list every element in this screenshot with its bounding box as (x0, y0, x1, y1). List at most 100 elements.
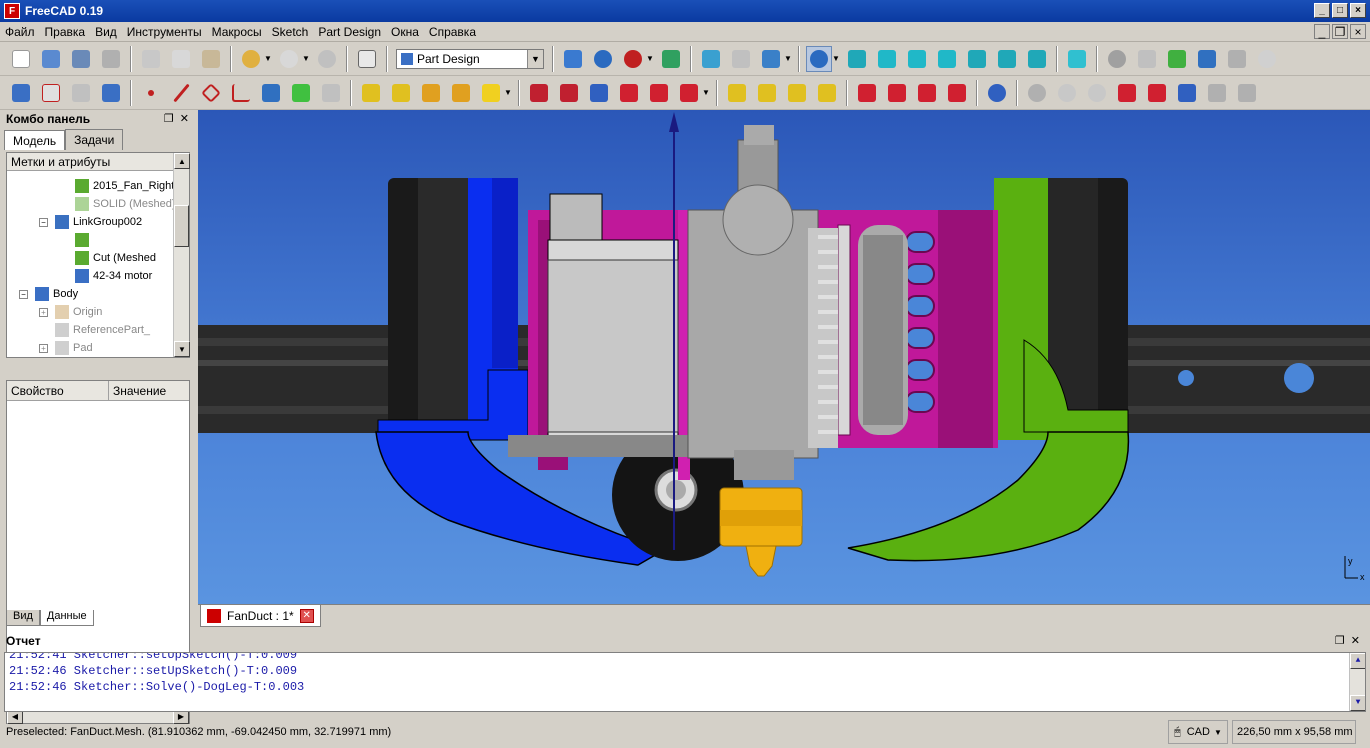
tree-item[interactable]: 2015_Fan_Right (75, 177, 173, 195)
compound-button[interactable] (1234, 80, 1260, 106)
create-sketch-button[interactable] (38, 80, 64, 106)
paste-button[interactable] (198, 46, 224, 72)
local-coordinate-button[interactable] (228, 80, 254, 106)
shape-binder-button[interactable] (258, 80, 284, 106)
minimize-button[interactable]: _ (1314, 3, 1330, 18)
model-tree[interactable]: Метки и атрибуты 2015_Fan_Right SOLID (Me… (6, 152, 190, 358)
workbench-selector[interactable]: Part Design ▼ (396, 48, 544, 69)
panel-float-close-icon[interactable]: ❐ ✕ (164, 112, 189, 125)
link-button[interactable] (758, 46, 784, 72)
mirror-part-button[interactable] (1174, 80, 1200, 106)
sketch-union-button[interactable] (1024, 80, 1050, 106)
link-make-button[interactable] (1224, 46, 1250, 72)
sketch-cut-button[interactable] (1054, 80, 1080, 106)
scroll-down-icon[interactable]: ▼ (1350, 695, 1365, 711)
tree-item[interactable]: + Origin (39, 303, 102, 321)
chamfer-button[interactable] (884, 80, 910, 106)
tab-view[interactable]: Вид (6, 610, 40, 626)
create-body-button[interactable] (8, 80, 34, 106)
menu-file[interactable]: Файл (0, 25, 40, 39)
view-right-button[interactable] (934, 46, 960, 72)
undo-button[interactable] (238, 46, 264, 72)
tree-expander-icon[interactable]: + (39, 307, 48, 317)
mirrored-button[interactable] (724, 80, 750, 106)
tab-tasks[interactable]: Задачи (65, 129, 124, 150)
close-tab-icon[interactable]: ✕ (299, 608, 314, 623)
report-log[interactable]: 21:52:41 Sketcher::setUpSketch()-T:0.009… (4, 652, 1366, 712)
tab-model[interactable]: Модель (4, 130, 66, 150)
fillet-button[interactable] (854, 80, 880, 106)
menu-tools[interactable]: Инструменты (122, 25, 207, 39)
datum-plane-button[interactable] (198, 80, 224, 106)
menu-part-design[interactable]: Part Design (313, 25, 386, 39)
fit-all-button[interactable] (560, 46, 586, 72)
menu-sketch[interactable]: Sketch (267, 25, 314, 39)
print-button[interactable] (98, 46, 124, 72)
reference-button[interactable] (318, 80, 344, 106)
new-document-button[interactable] (8, 46, 34, 72)
close-button[interactable]: × (1350, 3, 1366, 18)
tree-expander-icon[interactable]: − (19, 289, 28, 299)
additive-primitive-button[interactable] (478, 80, 504, 106)
create-part-button[interactable] (1164, 46, 1190, 72)
part-fillet-button[interactable] (1144, 80, 1170, 106)
revolution-button[interactable] (388, 80, 414, 106)
part-apple-button[interactable] (1104, 46, 1130, 72)
tree-item[interactable]: 42-34 motor (75, 267, 152, 285)
measure-button[interactable] (1064, 46, 1090, 72)
report-float-close-icon[interactable]: ❐ ✕ (1335, 634, 1360, 647)
mdi-close-button[interactable]: × (1350, 24, 1366, 39)
fit-selection-button[interactable] (590, 46, 616, 72)
scroll-thumb[interactable] (174, 205, 189, 247)
tree-item[interactable]: − Body (19, 285, 78, 303)
tree-expander-icon[interactable]: − (39, 217, 48, 227)
tree-expander-icon[interactable]: + (39, 343, 48, 353)
std-views-button[interactable] (806, 45, 832, 72)
link-unlink-button[interactable] (1254, 46, 1280, 72)
tab-data[interactable]: Данные (39, 610, 94, 626)
maximize-button[interactable]: □ (1332, 3, 1348, 18)
mdi-minimize-button[interactable]: _ (1314, 24, 1330, 39)
loft-button[interactable] (418, 80, 444, 106)
save-button[interactable] (68, 46, 94, 72)
report-scrollbar[interactable]: ▲ ▼ (1349, 653, 1365, 711)
copy-button[interactable] (168, 46, 194, 72)
clone-button[interactable] (98, 80, 124, 106)
part-chamfer-button[interactable] (1114, 80, 1140, 106)
tree-scrollbar[interactable]: ▲ ▼ (173, 153, 190, 357)
scroll-up-icon[interactable]: ▲ (174, 153, 190, 169)
menu-help[interactable]: Справка (424, 25, 481, 39)
sketch-common-button[interactable] (1084, 80, 1110, 106)
draw-style-button[interactable] (620, 46, 646, 72)
view-left-button[interactable] (1024, 46, 1050, 72)
whats-this-button[interactable] (354, 46, 380, 72)
hole-button[interactable] (556, 80, 582, 106)
tree-item[interactable]: + Pad (39, 339, 93, 357)
tree-item[interactable]: ReferencePart_ (55, 321, 150, 339)
back-button[interactable] (698, 46, 724, 72)
refresh-button[interactable] (314, 46, 340, 72)
navigation-style-button[interactable]: 🖱 CAD ▼ (1168, 720, 1228, 744)
tree-item[interactable]: SOLID (Meshed) (75, 195, 173, 213)
tree-item[interactable]: Cut (Meshed (75, 249, 156, 267)
scroll-down-icon[interactable]: ▼ (174, 341, 190, 357)
datum-point-button[interactable] (138, 80, 164, 106)
tree-item[interactable] (75, 231, 93, 249)
menu-view[interactable]: Вид (90, 25, 122, 39)
open-button[interactable] (38, 46, 64, 72)
menu-macro[interactable]: Макросы (207, 25, 267, 39)
forward-button[interactable] (728, 46, 754, 72)
thickness-button[interactable] (944, 80, 970, 106)
menu-windows[interactable]: Окна (386, 25, 424, 39)
multitransform-button[interactable] (814, 80, 840, 106)
view-isometric-button[interactable] (844, 46, 870, 72)
subtractive-primitive-button[interactable] (676, 80, 702, 106)
validate-sketch-button[interactable] (68, 80, 94, 106)
draft-button[interactable] (914, 80, 940, 106)
datum-line-button[interactable] (168, 80, 194, 106)
menu-edit[interactable]: Правка (40, 25, 91, 39)
groove-button[interactable] (586, 80, 612, 106)
cut-button[interactable] (138, 46, 164, 72)
pocket-button[interactable] (526, 80, 552, 106)
create-group-button[interactable] (1194, 46, 1220, 72)
